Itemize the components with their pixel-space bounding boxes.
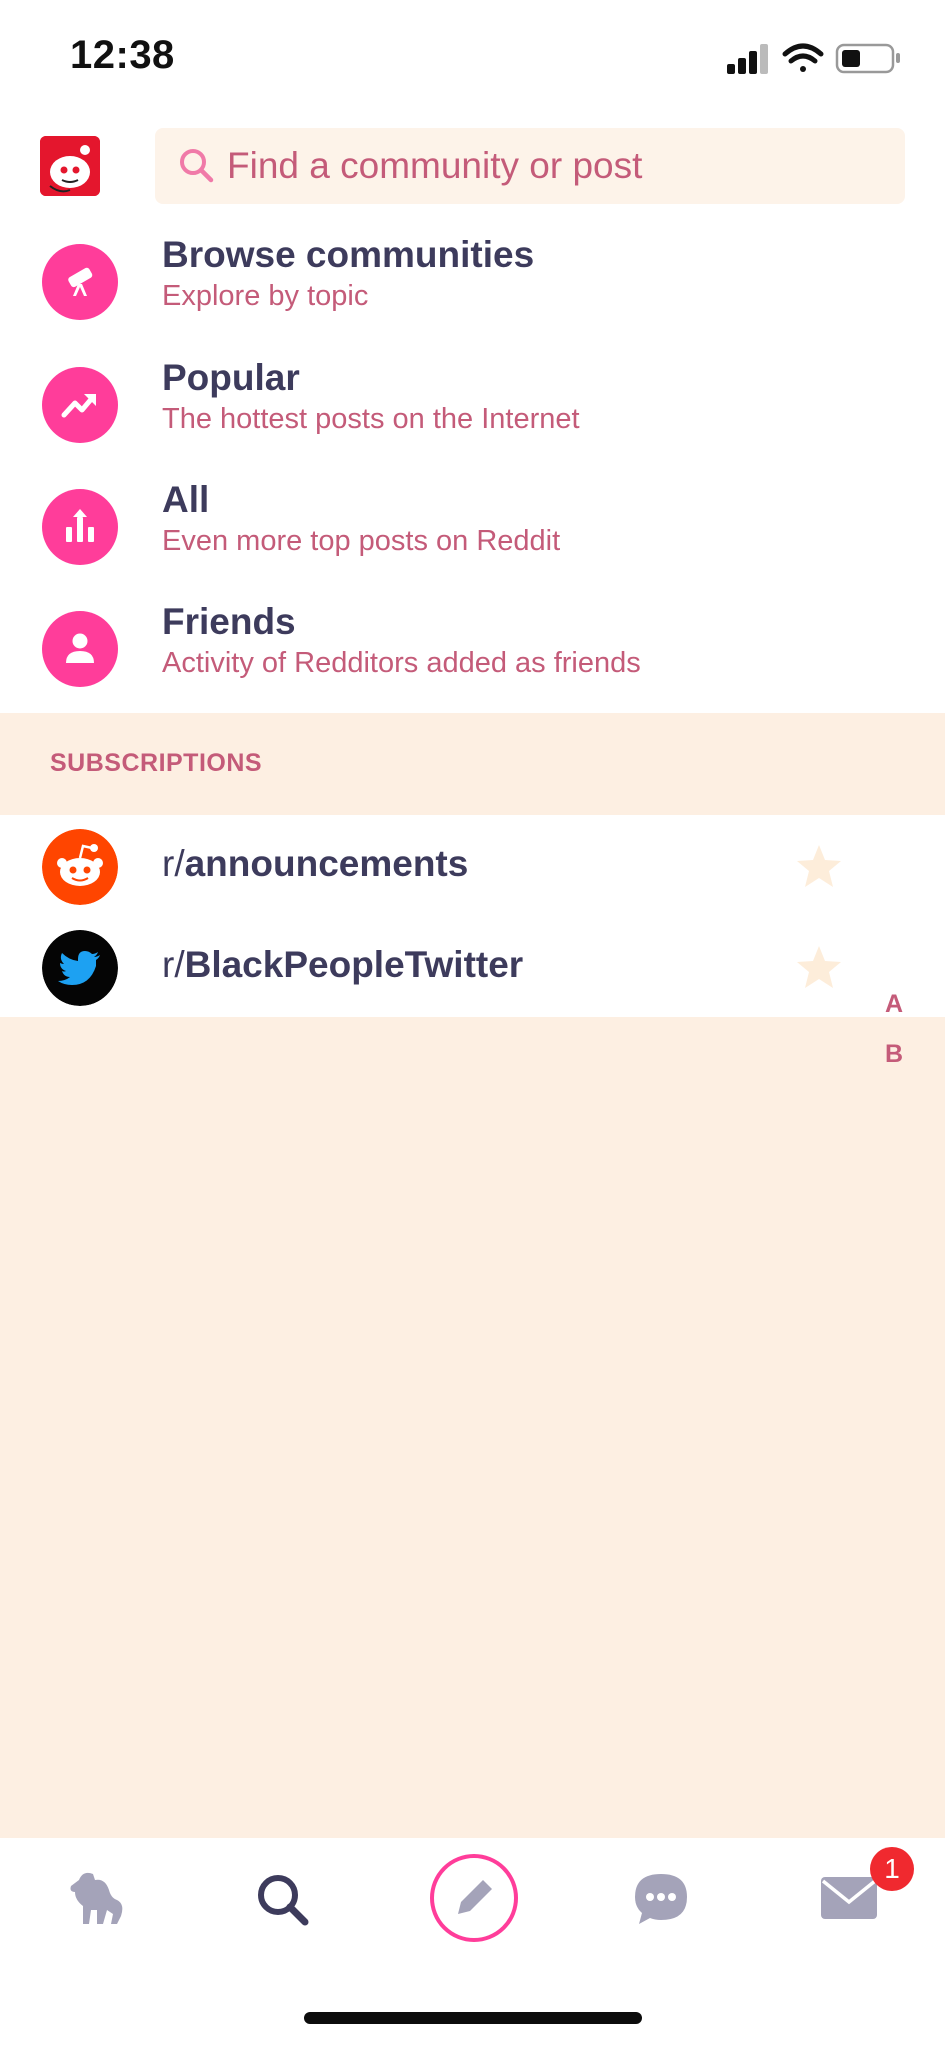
- battery-icon: [835, 43, 900, 74]
- search-icon: [180, 149, 214, 183]
- nav-item-title: Friends: [162, 601, 296, 642]
- search-input[interactable]: [227, 128, 887, 204]
- status-bar: 12:38: [0, 0, 945, 116]
- nav-item-title: All: [162, 479, 210, 520]
- reddit-alien-icon: [42, 829, 118, 905]
- favorite-star-icon[interactable]: [795, 944, 843, 990]
- index-letter-b[interactable]: B: [882, 1040, 906, 1069]
- bar-chart-icon: [42, 489, 118, 565]
- nav-item-popular[interactable]: Popular The hottest posts on the Interne…: [0, 345, 945, 467]
- nav-item-all[interactable]: All Even more top posts on Reddit: [0, 467, 945, 589]
- search-icon: [258, 1875, 309, 1926]
- nav-item-subtitle: Activity of Redditors added as friends: [162, 647, 641, 679]
- tab-compose[interactable]: [423, 1838, 523, 1958]
- subscription-row-blackpeopletwitter[interactable]: r/BlackPeopleTwitter: [0, 916, 945, 1017]
- nav-item-title: Browse communities: [162, 234, 535, 275]
- search-bar[interactable]: [155, 128, 905, 204]
- twitter-bird-icon: [42, 930, 118, 1006]
- subscriptions-list: r/announcements r/BlackPeopleTwitter: [0, 815, 945, 1017]
- snoo-avatar-icon: [40, 136, 100, 196]
- subscriptions-header: SUBSCRIPTIONS: [0, 713, 945, 815]
- tab-home[interactable]: [45, 1838, 145, 1958]
- chat-bubble-icon: [635, 1874, 687, 1924]
- tab-chat[interactable]: [610, 1838, 710, 1958]
- person-icon: [42, 611, 118, 687]
- subscription-name: r/announcements: [162, 843, 469, 884]
- status-time: 12:38: [70, 33, 175, 77]
- subscription-row-announcements[interactable]: r/announcements: [0, 815, 945, 916]
- mail-badge: 1: [870, 1847, 914, 1891]
- nav-item-subtitle: Even more top posts on Reddit: [162, 525, 561, 557]
- subscription-name: r/BlackPeopleTwitter: [162, 944, 524, 985]
- mail-icon: [821, 1877, 877, 1919]
- trending-up-icon: [42, 367, 118, 443]
- tab-search[interactable]: [233, 1838, 333, 1958]
- nav-item-friends[interactable]: Friends Activity of Redditors added as f…: [0, 589, 945, 711]
- home-indicator[interactable]: [304, 2012, 642, 2024]
- favorite-star-icon[interactable]: [795, 843, 843, 889]
- telescope-icon: [42, 244, 118, 320]
- user-avatar-button[interactable]: [40, 136, 100, 196]
- compose-pencil-icon: [430, 1854, 518, 1942]
- section-title: SUBSCRIPTIONS: [50, 749, 263, 777]
- status-icons: [727, 40, 907, 76]
- nav-item-subtitle: Explore by topic: [162, 280, 369, 312]
- home-pony-icon: [70, 1872, 123, 1924]
- nav-item-subtitle: The hottest posts on the Internet: [162, 403, 580, 435]
- nav-item-title: Popular: [162, 357, 300, 398]
- nav-item-browse-communities[interactable]: Browse communities Explore by topic: [0, 222, 945, 344]
- wifi-icon: [782, 43, 824, 72]
- index-letter-a[interactable]: A: [882, 990, 906, 1019]
- cellular-signal-icon: [727, 44, 768, 74]
